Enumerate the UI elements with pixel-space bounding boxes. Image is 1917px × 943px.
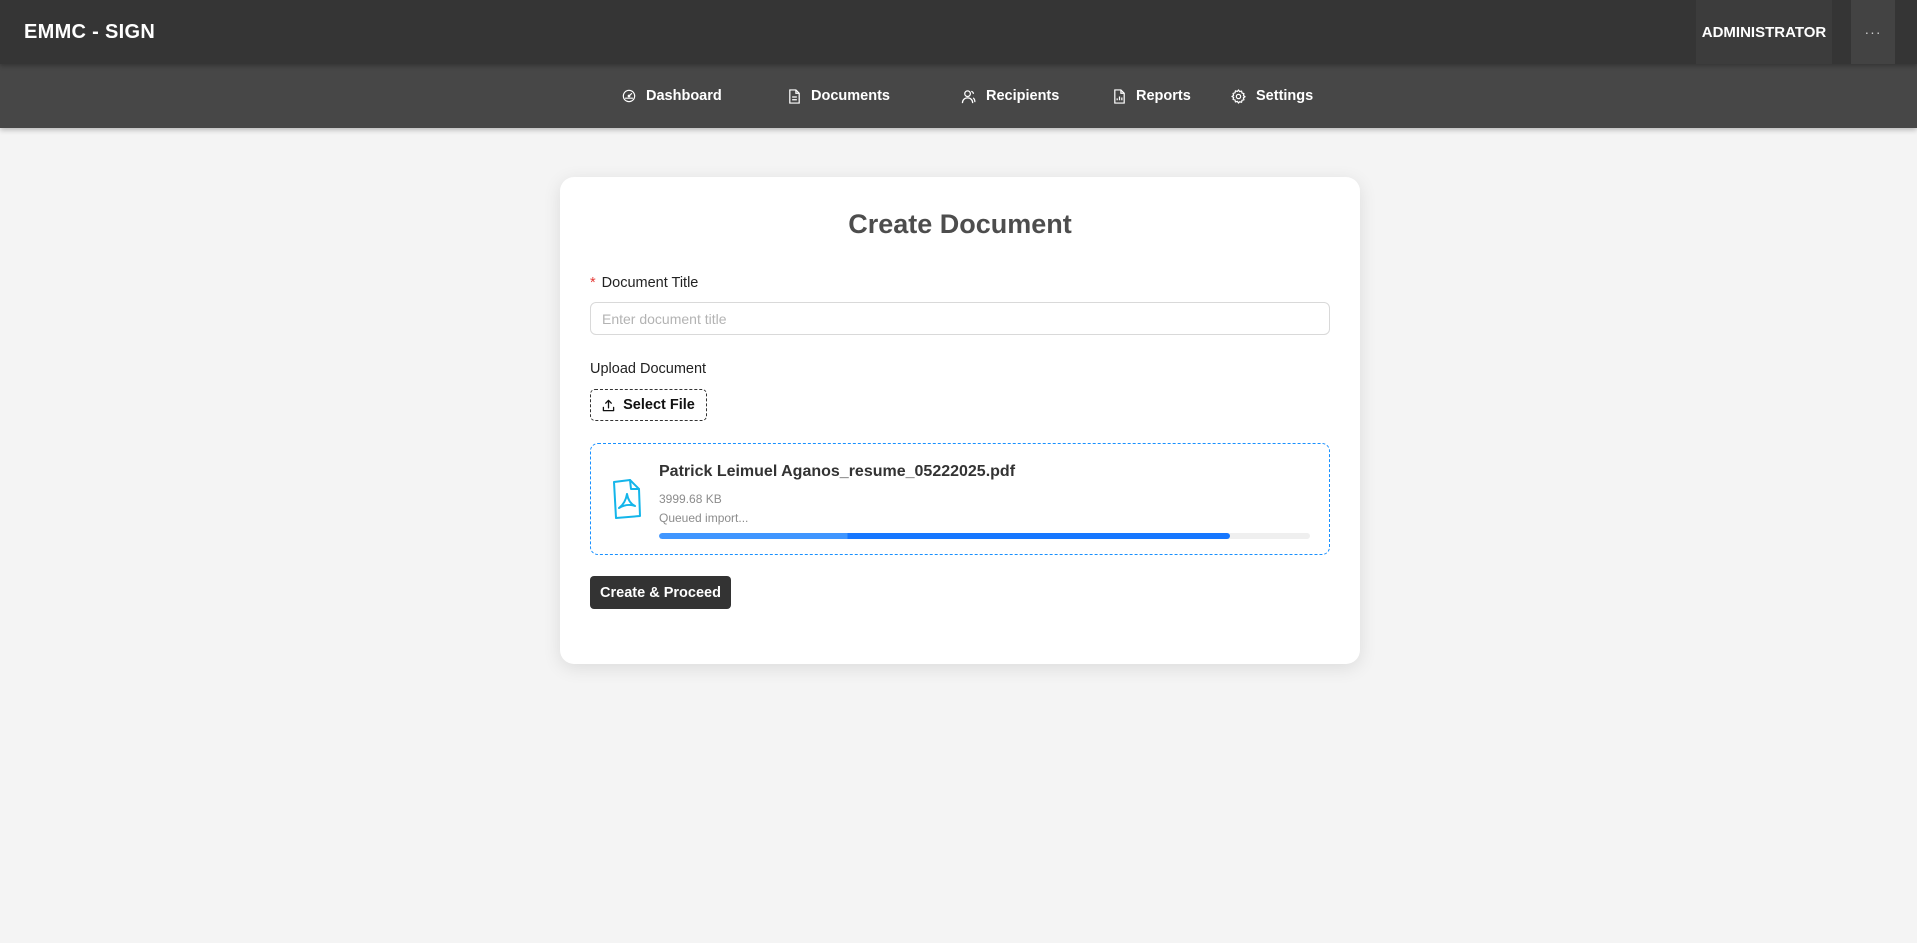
file-name: Patrick Leimuel Aganos_resume_05222025.p… bbox=[659, 463, 1016, 480]
create-document-card: Create Document * Document Title Upload D… bbox=[560, 177, 1360, 664]
nav-label-dashboard: Dashboard bbox=[646, 88, 722, 104]
select-file-label: Select File bbox=[623, 397, 695, 413]
uploaded-file-item: Patrick Leimuel Aganos_resume_05222025.p… bbox=[590, 443, 1330, 555]
create-and-proceed-button[interactable]: Create & Proceed bbox=[590, 576, 731, 609]
user-menu-button[interactable]: ADMINISTRATOR bbox=[1696, 0, 1832, 64]
upload-progress-bar bbox=[659, 533, 1310, 539]
nav-item-reports[interactable]: Reports bbox=[1113, 64, 1191, 128]
upload-document-label: Upload Document bbox=[590, 361, 707, 377]
document-title-input[interactable] bbox=[590, 302, 1330, 335]
document-title-label-text: Document Title bbox=[601, 275, 699, 291]
select-file-button[interactable]: Select File bbox=[590, 389, 707, 421]
report-icon bbox=[1114, 88, 1125, 104]
more-options-button[interactable]: ··· bbox=[1851, 0, 1895, 64]
page-title: Create Document bbox=[848, 209, 1072, 239]
file-size: 3999.68 KB bbox=[659, 492, 722, 506]
nav-label-reports: Reports bbox=[1136, 88, 1191, 104]
app-brand[interactable]: EMMC - SIGN bbox=[24, 0, 155, 64]
top-header: EMMC - SIGN ADMINISTRATOR ··· bbox=[0, 0, 1917, 64]
upload-status: Queued import... bbox=[659, 511, 749, 525]
nav-item-dashboard[interactable]: Dashboard bbox=[622, 64, 722, 128]
nav-label-settings: Settings bbox=[1256, 88, 1314, 104]
main-nav: Dashboard Documents Recipients Reports S… bbox=[0, 64, 1917, 128]
document-icon bbox=[789, 88, 800, 104]
nav-item-recipients[interactable]: Recipients bbox=[961, 64, 1059, 128]
upload-icon bbox=[602, 399, 615, 411]
nav-label-recipients: Recipients bbox=[986, 88, 1060, 104]
document-title-label: * Document Title bbox=[590, 275, 698, 291]
dashboard-icon bbox=[622, 89, 636, 103]
required-marker: * bbox=[590, 275, 596, 291]
nav-label-documents: Documents bbox=[811, 88, 890, 104]
pdf-file-icon bbox=[613, 479, 641, 519]
nav-item-settings[interactable]: Settings bbox=[1231, 64, 1313, 128]
recipients-icon bbox=[961, 89, 976, 103]
upload-progress-fill bbox=[659, 533, 1230, 539]
gear-icon bbox=[1231, 88, 1246, 104]
nav-item-documents[interactable]: Documents bbox=[788, 64, 890, 128]
